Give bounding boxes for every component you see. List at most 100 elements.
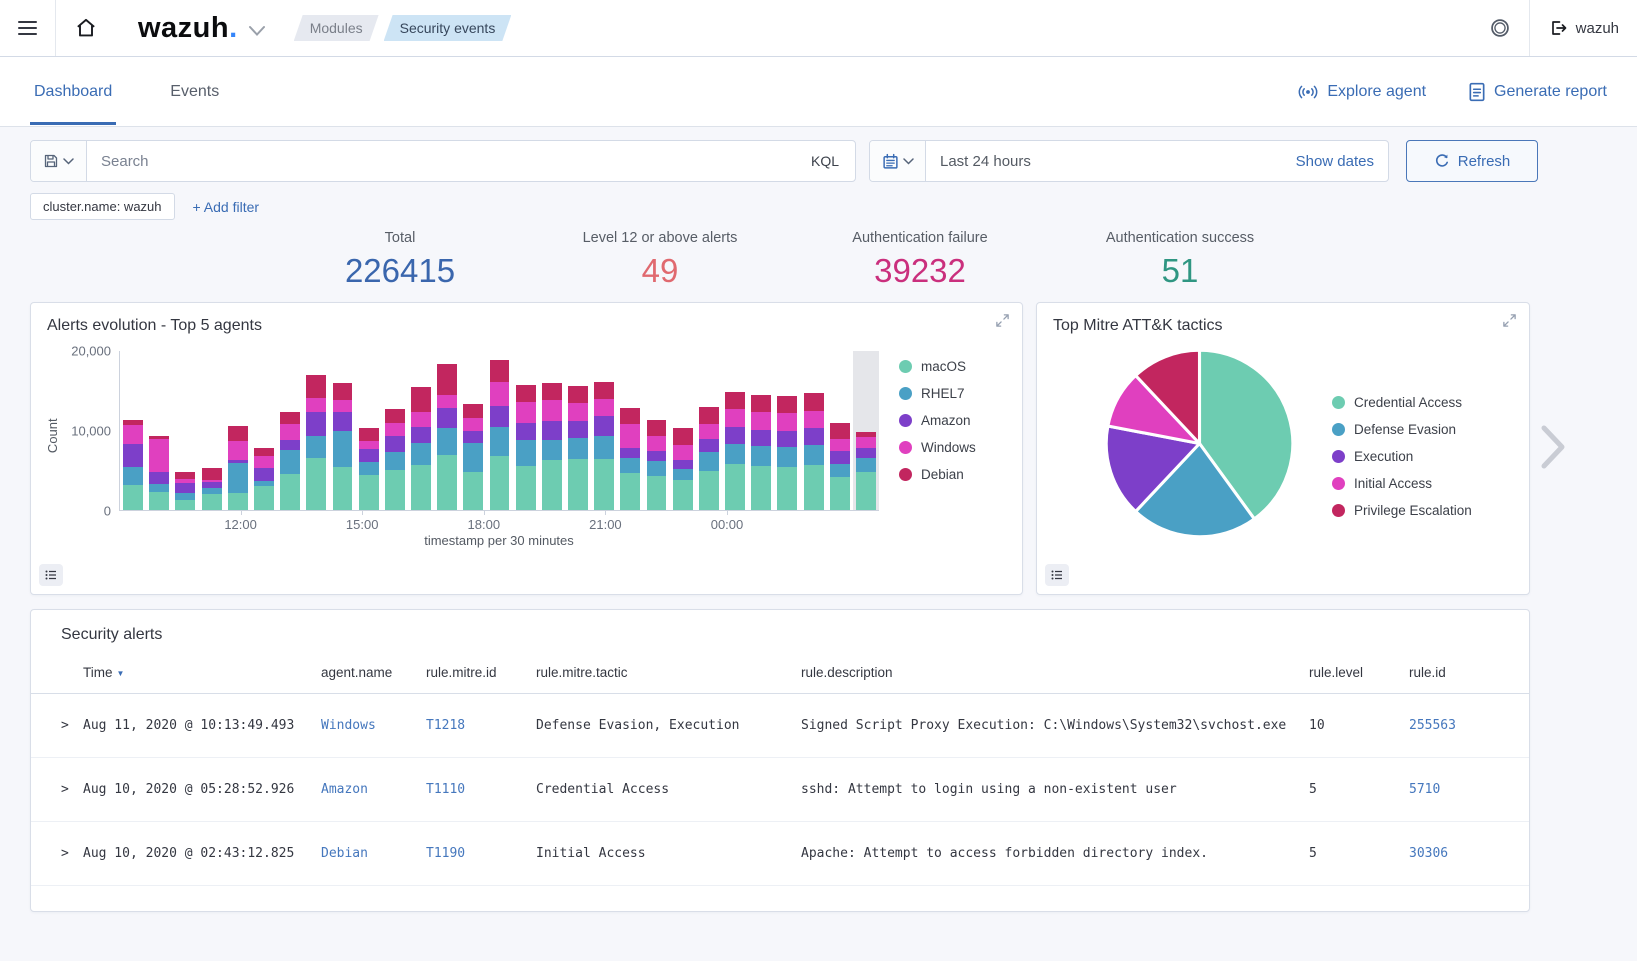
bar-segment-amazon: [647, 451, 667, 461]
bar-segment-amazon: [411, 427, 431, 443]
legend-item-macos[interactable]: macOS: [899, 353, 976, 380]
rule-id-link[interactable]: 255563: [1409, 718, 1499, 733]
breadcrumb-modules[interactable]: Modules: [294, 15, 379, 41]
bar-segment-rhel7: [149, 484, 169, 491]
search-input[interactable]: [87, 141, 795, 181]
legend-toggle-button[interactable]: [39, 564, 63, 586]
bar-slot[interactable]: [199, 351, 225, 510]
kql-toggle[interactable]: KQL: [795, 141, 855, 181]
column-header-rule-id[interactable]: rule.id: [1409, 665, 1499, 680]
bar-slot[interactable]: [277, 351, 303, 510]
legend-item-rhel7[interactable]: RHEL7: [899, 380, 976, 407]
add-filter-button[interactable]: + Add filter: [193, 199, 260, 215]
bar-segment-windows: [149, 439, 169, 473]
bar-slot[interactable]: [303, 351, 329, 510]
bar-slot[interactable]: [774, 351, 800, 510]
row-expand-chevron[interactable]: >: [61, 782, 83, 797]
legend-item-privilege-escalation[interactable]: Privilege Escalation: [1332, 497, 1472, 524]
bar-segment-debian: [202, 468, 222, 479]
agent-name-link[interactable]: Debian: [321, 846, 426, 861]
bar-slot[interactable]: [591, 351, 617, 510]
bar-slot[interactable]: [565, 351, 591, 510]
logout-button[interactable]: wazuh: [1530, 0, 1637, 56]
agent-name-link[interactable]: Windows: [321, 718, 426, 733]
column-header-rule-level[interactable]: rule.level: [1309, 665, 1409, 680]
bar-slot[interactable]: [643, 351, 669, 510]
tab-events[interactable]: Events: [166, 59, 223, 125]
column-header-rule-description[interactable]: rule.description: [801, 665, 1309, 680]
bar-segment-rhel7: [306, 436, 326, 458]
rule-mitre-id-link[interactable]: T1110: [426, 782, 536, 797]
alert-table-row[interactable]: >Aug 10, 2020 @ 02:43:12.825DebianT1190I…: [31, 822, 1529, 886]
expand-panel-icon[interactable]: [1502, 313, 1517, 328]
explore-agent-button[interactable]: Explore agent: [1297, 83, 1426, 101]
row-expand-chevron[interactable]: >: [61, 846, 83, 861]
bar-slot[interactable]: [146, 351, 172, 510]
rule-mitre-id-link[interactable]: T1218: [426, 718, 536, 733]
alert-table-row[interactable]: >Aug 10, 2020 @ 05:28:52.926AmazonT1110C…: [31, 758, 1529, 822]
filter-pill-cluster-name[interactable]: cluster.name: wazuh: [30, 193, 175, 220]
bar-slot[interactable]: [539, 351, 565, 510]
menu-button[interactable]: [0, 0, 55, 56]
column-header-agent-name[interactable]: agent.name: [321, 665, 426, 680]
legend-item-credential-access[interactable]: Credential Access: [1332, 389, 1472, 416]
legend-item-initial-access[interactable]: Initial Access: [1332, 470, 1472, 497]
generate-report-button[interactable]: Generate report: [1468, 82, 1607, 102]
legend-item-execution[interactable]: Execution: [1332, 443, 1472, 470]
stacked-bar: [437, 364, 457, 510]
saved-queries-button[interactable]: [31, 141, 87, 181]
bar-segment-amazon: [149, 472, 169, 484]
bar-slot[interactable]: [722, 351, 748, 510]
bar-slot[interactable]: [460, 351, 486, 510]
bar-segment-rhel7: [280, 450, 300, 474]
time-range-value[interactable]: Last 24 hours: [940, 153, 1031, 170]
bar-slot[interactable]: [120, 351, 146, 510]
alert-table-row[interactable]: >Aug 11, 2020 @ 10:13:49.493WindowsT1218…: [31, 694, 1529, 758]
legend-item-defense-evasion[interactable]: Defense Evasion: [1332, 416, 1472, 443]
bar-slot[interactable]: [853, 351, 879, 510]
bar-slot[interactable]: [670, 351, 696, 510]
tab-dashboard[interactable]: Dashboard: [30, 59, 116, 125]
bar-slot[interactable]: [434, 351, 460, 510]
legend-item-amazon[interactable]: Amazon: [899, 407, 976, 434]
bar-slot[interactable]: [172, 351, 198, 510]
refresh-button[interactable]: Refresh: [1406, 140, 1538, 182]
bar-slot[interactable]: [696, 351, 722, 510]
bar-slot[interactable]: [748, 351, 774, 510]
bar-segment-debian: [280, 412, 300, 424]
column-header-rule-mitre-tactic[interactable]: rule.mitre.tactic: [536, 665, 801, 680]
carousel-next-button[interactable]: [1539, 424, 1567, 473]
expand-panel-icon[interactable]: [995, 313, 1010, 328]
bar-slot[interactable]: [225, 351, 251, 510]
bar-segment-macos: [830, 477, 850, 510]
legend-item-debian[interactable]: Debian: [899, 461, 976, 488]
agent-name-link[interactable]: Amazon: [321, 782, 426, 797]
bar-slot[interactable]: [329, 351, 355, 510]
bar-slot[interactable]: [486, 351, 512, 510]
legend-item-windows[interactable]: Windows: [899, 434, 976, 461]
x-tick-label: 15:00: [346, 517, 379, 532]
show-dates-link[interactable]: Show dates: [1296, 153, 1374, 170]
rule-mitre-id-link[interactable]: T1190: [426, 846, 536, 861]
row-expand-chevron[interactable]: >: [61, 718, 83, 733]
bar-slot[interactable]: [251, 351, 277, 510]
home-button[interactable]: [56, 0, 116, 56]
notifications-ring-button[interactable]: [1471, 0, 1529, 56]
stacked-bar: [359, 428, 379, 510]
bar-segment-macos: [777, 467, 797, 510]
bar-slot[interactable]: [827, 351, 853, 510]
bar-slot[interactable]: [800, 351, 826, 510]
rule-id-link[interactable]: 30306: [1409, 846, 1499, 861]
bar-slot[interactable]: [513, 351, 539, 510]
bar-slot[interactable]: [617, 351, 643, 510]
rule-id-link[interactable]: 5710: [1409, 782, 1499, 797]
column-header-rule-mitre-id[interactable]: rule.mitre.id: [426, 665, 536, 680]
date-picker-button[interactable]: [870, 141, 926, 181]
bar-slot[interactable]: [356, 351, 382, 510]
bar-slot[interactable]: [382, 351, 408, 510]
bar-slot[interactable]: [408, 351, 434, 510]
legend-toggle-button[interactable]: [1045, 564, 1069, 586]
column-header-time[interactable]: Time▼: [83, 665, 321, 680]
legend-dot: [1332, 504, 1345, 517]
chevron-down-icon[interactable]: [248, 25, 266, 37]
